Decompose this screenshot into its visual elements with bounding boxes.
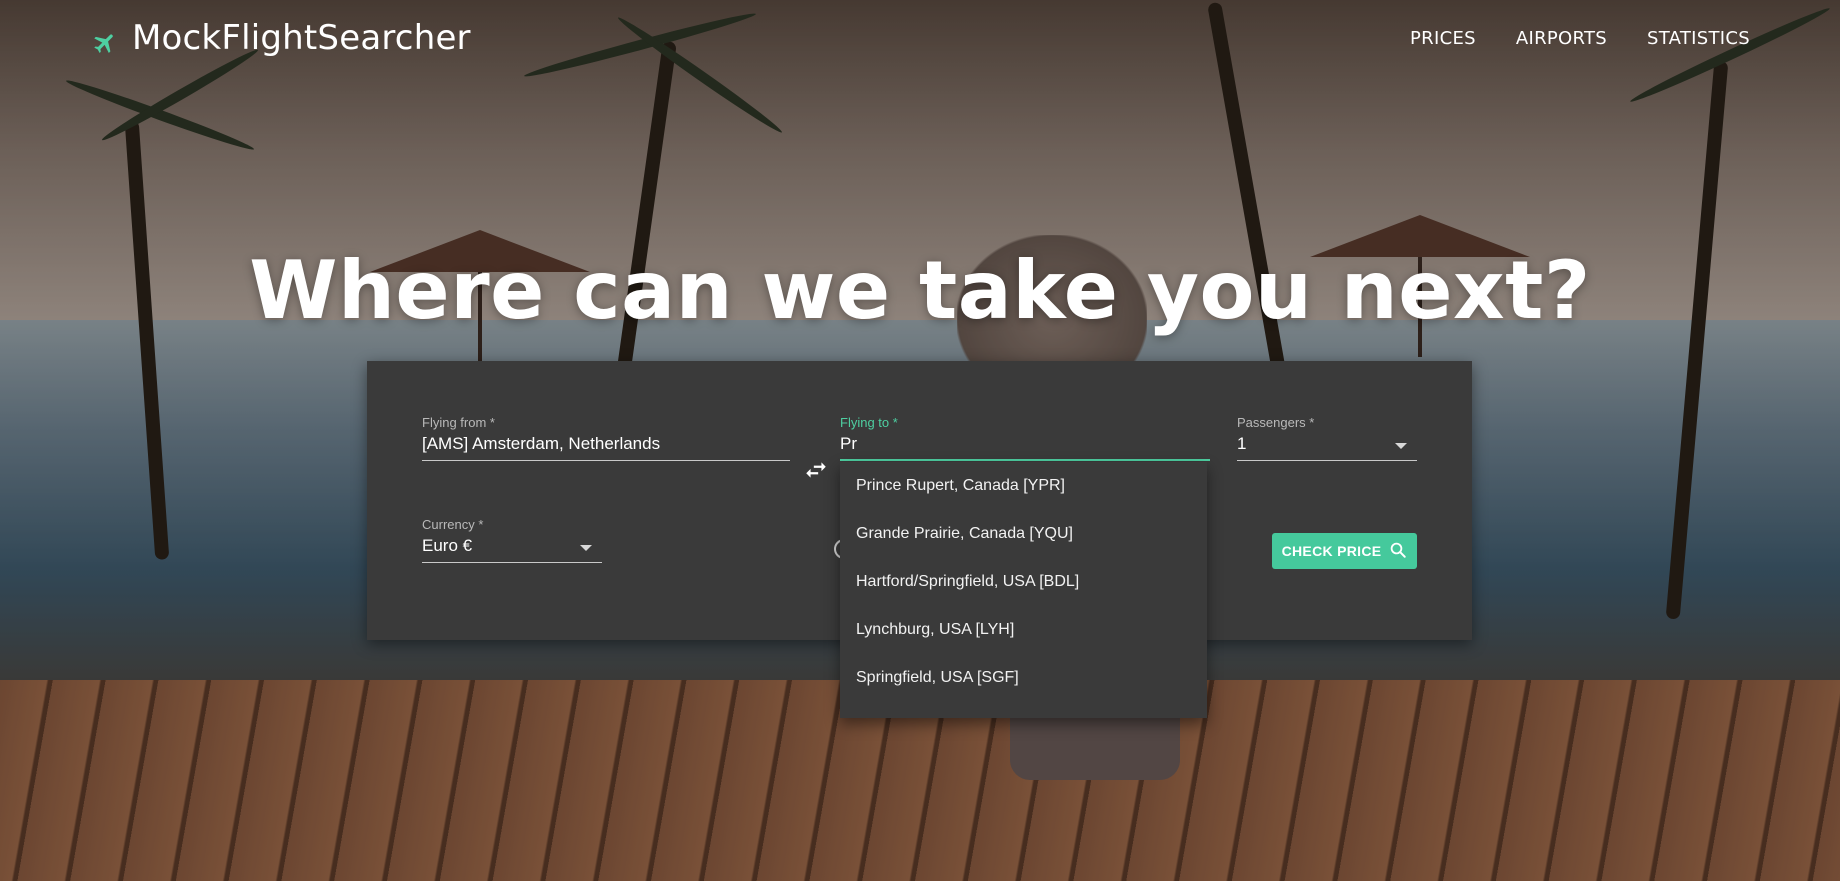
currency-label: Currency * xyxy=(422,517,484,532)
check-price-label: CHECK PRICE xyxy=(1281,543,1382,559)
autocomplete-option[interactable]: Lynchburg, USA [LYH] xyxy=(840,606,1207,654)
flying-from-label: Flying from * xyxy=(422,415,495,430)
flying-to-field[interactable]: Flying to * Pr xyxy=(840,415,1210,461)
flying-from-input[interactable]: [AMS] Amsterdam, Netherlands xyxy=(422,434,790,461)
chevron-down-icon xyxy=(580,545,592,551)
flying-to-label: Flying to * xyxy=(840,415,898,430)
autocomplete-option[interactable]: Prince Rupert, Canada [YPR] xyxy=(840,462,1207,510)
passengers-value[interactable]: 1 xyxy=(1237,434,1417,461)
nav-prices[interactable]: PRICES xyxy=(1410,28,1476,49)
top-navbar: MockFlightSearcher PRICES AIRPORTS STATI… xyxy=(0,0,1840,78)
chevron-down-icon xyxy=(1395,443,1407,449)
passengers-label: Passengers * xyxy=(1237,415,1315,430)
autocomplete-option[interactable]: Springfield, USA [SGF] xyxy=(840,654,1207,702)
destination-autocomplete-list: Prince Rupert, Canada [YPR] Grande Prair… xyxy=(840,462,1207,718)
check-price-button[interactable]: CHECK PRICE xyxy=(1272,533,1417,569)
hero-title: Where can we take you next? xyxy=(249,244,1591,337)
main-nav: PRICES AIRPORTS STATISTICS xyxy=(1410,28,1750,49)
currency-value[interactable]: Euro € xyxy=(422,536,602,563)
passengers-select[interactable]: Passengers * 1 xyxy=(1237,415,1417,461)
brand-logo[interactable]: MockFlightSearcher xyxy=(92,18,471,58)
nav-statistics[interactable]: STATISTICS xyxy=(1647,28,1750,49)
flying-from-field[interactable]: Flying from * [AMS] Amsterdam, Netherlan… xyxy=(422,415,790,461)
currency-select[interactable]: Currency * Euro € xyxy=(422,517,602,563)
flying-to-input[interactable]: Pr xyxy=(840,434,1210,461)
nav-airports[interactable]: AIRPORTS xyxy=(1516,28,1607,49)
search-icon xyxy=(1389,541,1407,562)
brand-name: MockFlightSearcher xyxy=(132,18,471,58)
airplane-icon xyxy=(92,25,118,53)
autocomplete-option[interactable]: Grande Prairie, Canada [YQU] xyxy=(840,510,1207,558)
swap-horizontal-icon[interactable] xyxy=(803,457,829,483)
autocomplete-option[interactable]: Hartford/Springfield, USA [BDL] xyxy=(840,558,1207,606)
